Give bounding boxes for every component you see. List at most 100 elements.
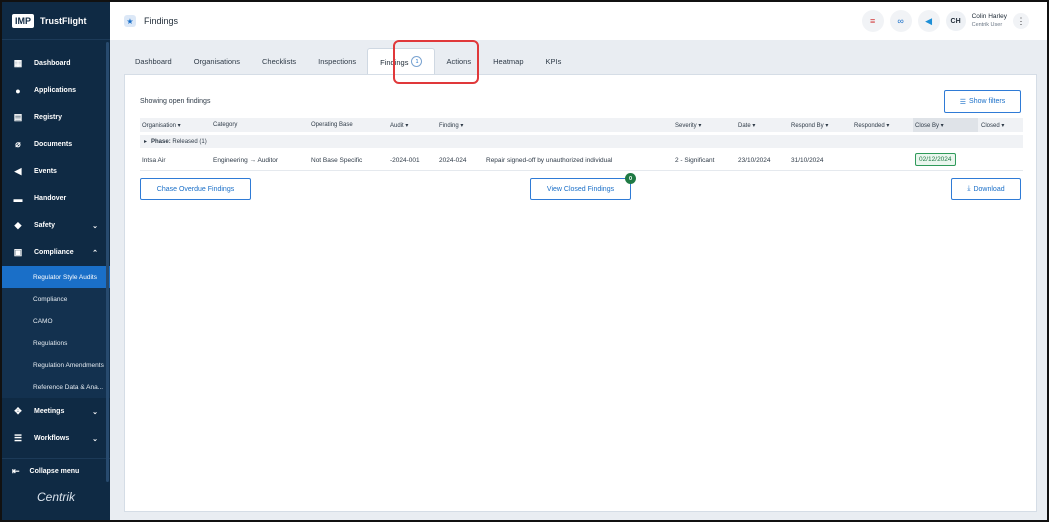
sidebar-item-registry[interactable]: ▤ Registry [2,104,110,131]
table-row[interactable]: Intsa Air Engineering → Auditor Not Base… [140,151,1023,171]
user-name: Colin Harley [971,13,1007,20]
sidebar: IMP TrustFlight ▦ Dashboard ● Applications… [2,2,110,520]
avatar[interactable]: CH [945,11,966,31]
tab-checklists[interactable]: Checklists [251,46,307,74]
megaphone-icon[interactable]: ◀ [917,10,940,32]
sidebar-scrollbar[interactable] [106,42,109,482]
registry-icon: ▤ [13,112,23,122]
sidebar-item-documents[interactable]: ⌀ Documents [2,131,110,158]
sidebar-item-label: Registry [34,114,63,121]
column-header-audit[interactable]: Audit ▾ [390,122,408,129]
sidebar-item-label: Meetings [34,408,65,415]
cell-severity: 2 - Significant [675,157,715,164]
dashboard-icon: ▦ [13,58,23,68]
user-role: Centrik User [971,22,1003,28]
more-options-icon[interactable]: ⋮ [1013,13,1029,29]
sidebar-item-label: Workflows [34,435,70,442]
collapse-menu-button[interactable]: ⇤ Collapse menu [2,458,110,484]
paperclip-icon: ⌀ [15,139,21,149]
tab-kpis[interactable]: KPIs [535,46,573,74]
tab-heatmap[interactable]: Heatmap [482,46,534,74]
chase-overdue-findings-button[interactable]: Chase Overdue Findings [140,178,251,200]
page-title: Findings [144,16,179,26]
cell-respond-by: 31/10/2024 [791,157,824,164]
column-header-respond-by[interactable]: Respond By ▾ [791,122,828,129]
sidebar-subitem-compliance[interactable]: Compliance [2,288,110,310]
cell-finding-id: 2024-024 [439,157,467,164]
findings-tab-highlight [393,40,479,84]
findings-panel: Showing open findings ☰ Show filters Orga… [124,74,1037,512]
phase-group-header[interactable]: ▸ Phase: Released (1) [140,135,1023,148]
column-header-finding[interactable]: Finding ▾ [439,122,463,129]
download-button[interactable]: ⤓ Download [951,178,1021,200]
chevron-up-icon: ⌃ [92,249,98,257]
cell-finding-text: Repair signed-off by unauthorized indivi… [486,157,613,164]
column-header-severity[interactable]: Severity ▾ [675,122,701,129]
sidebar-subitem-regulations[interactable]: Regulations [2,332,110,354]
table-header: Organisation ▾ Category Operating Base A… [140,118,1023,132]
sidebar-item-meetings[interactable]: ✥ Meetings ⌄ [2,398,110,425]
view-closed-findings-button[interactable]: View Closed Findings 0 [530,173,636,200]
sidebar-subitem-reference-data[interactable]: Reference Data & Ana... [2,376,110,398]
collapse-triangle-icon: ▸ [144,139,148,145]
app-window: IMP TrustFlight ▦ Dashboard ● Applications… [2,2,1047,520]
collapse-icon: ⇤ [12,466,20,476]
sidebar-nav: ▦ Dashboard ● Applications ▤ Registry ⌀ Docu… [2,40,110,452]
closed-count-badge: 0 [625,173,636,184]
meetings-icon: ✥ [14,406,22,416]
show-filters-label: Show filters [969,98,1006,105]
view-closed-label: View Closed Findings [546,185,615,193]
sidebar-item-dashboard[interactable]: ▦ Dashboard [2,50,110,77]
sidebar-item-workflows[interactable]: ☰ Workflows ⌄ [2,425,110,452]
cell-close-by-badge: 02/12/2024 [915,153,956,166]
user-info[interactable]: Colin Harley Centrik User [972,12,1007,30]
column-header-closed[interactable]: Closed ▾ [981,122,1004,129]
shield-icon: ◆ [14,220,22,230]
top-bar: ★ Findings ≡ ∞ ◀ CH Colin Harley Centrik… [110,2,1047,40]
link-icon[interactable]: ∞ [889,10,912,32]
sidebar-item-handover[interactable]: ▬ Handover [2,185,110,212]
sidebar-item-safety[interactable]: ◆ Safety ⌄ [2,212,110,239]
cell-date: 23/10/2024 [738,157,771,164]
column-header-category[interactable]: Category [213,122,237,128]
sidebar-item-label: Events [34,168,57,175]
phase-label: Phase: [151,138,171,145]
workflows-icon: ☰ [13,433,23,443]
megaphone-icon: ◀ [14,166,22,176]
person-icon: ● [15,85,21,96]
chevron-down-icon: ⌄ [92,435,98,443]
column-header-date[interactable]: Date ▾ [738,122,755,129]
sidebar-item-events[interactable]: ◀ Events [2,158,110,185]
column-header-close-by[interactable]: Close By ▾ [913,118,978,132]
sidebar-subitem-camo[interactable]: CAMO [2,310,110,332]
filter-icon: ☰ [959,98,967,106]
chevron-down-icon: ⌄ [92,222,98,230]
tab-organisations[interactable]: Organisations [183,46,251,74]
sidebar-item-label: Dashboard [34,60,71,67]
brand[interactable]: IMP TrustFlight [2,2,110,40]
sidebar-item-label: Handover [34,195,67,202]
top-actions: ≡ ∞ ◀ CH Colin Harley Centrik User ⋮ [861,10,1029,32]
phase-value: Released (1) [172,138,207,145]
tab-bar: Dashboard Organisations Checklists Inspe… [124,46,572,74]
sidebar-item-compliance[interactable]: ▣ Compliance ⌃ [2,239,110,266]
tab-inspections[interactable]: Inspections [307,46,367,74]
column-header-operating-base[interactable]: Operating Base [311,122,353,128]
database-icon[interactable]: ≡ [861,10,884,32]
sidebar-item-label: Compliance [34,249,74,256]
show-filters-button[interactable]: ☰ Show filters [944,90,1021,113]
sidebar-subitem-regulator-style-audits[interactable]: Regulator Style Audits [2,266,110,288]
sidebar-item-applications[interactable]: ● Applications [2,77,110,104]
cell-category: Engineering → Auditor [213,157,279,164]
download-label: Download [973,185,1005,193]
cell-operating-base: Not Base Specific [311,157,363,164]
centrik-logo: Centrik [36,490,75,504]
column-header-responded[interactable]: Responded ▾ [854,122,889,129]
brand-logo: IMP [12,13,35,28]
compliance-icon: ▣ [13,247,23,257]
cell-audit: -2024-001 [390,157,420,164]
sidebar-subitem-regulation-amendments[interactable]: Regulation Amendments [2,354,110,376]
column-header-organisation[interactable]: Organisation ▾ [142,122,181,129]
tab-dashboard[interactable]: Dashboard [124,46,183,74]
sidebar-item-label: Applications [34,87,77,94]
